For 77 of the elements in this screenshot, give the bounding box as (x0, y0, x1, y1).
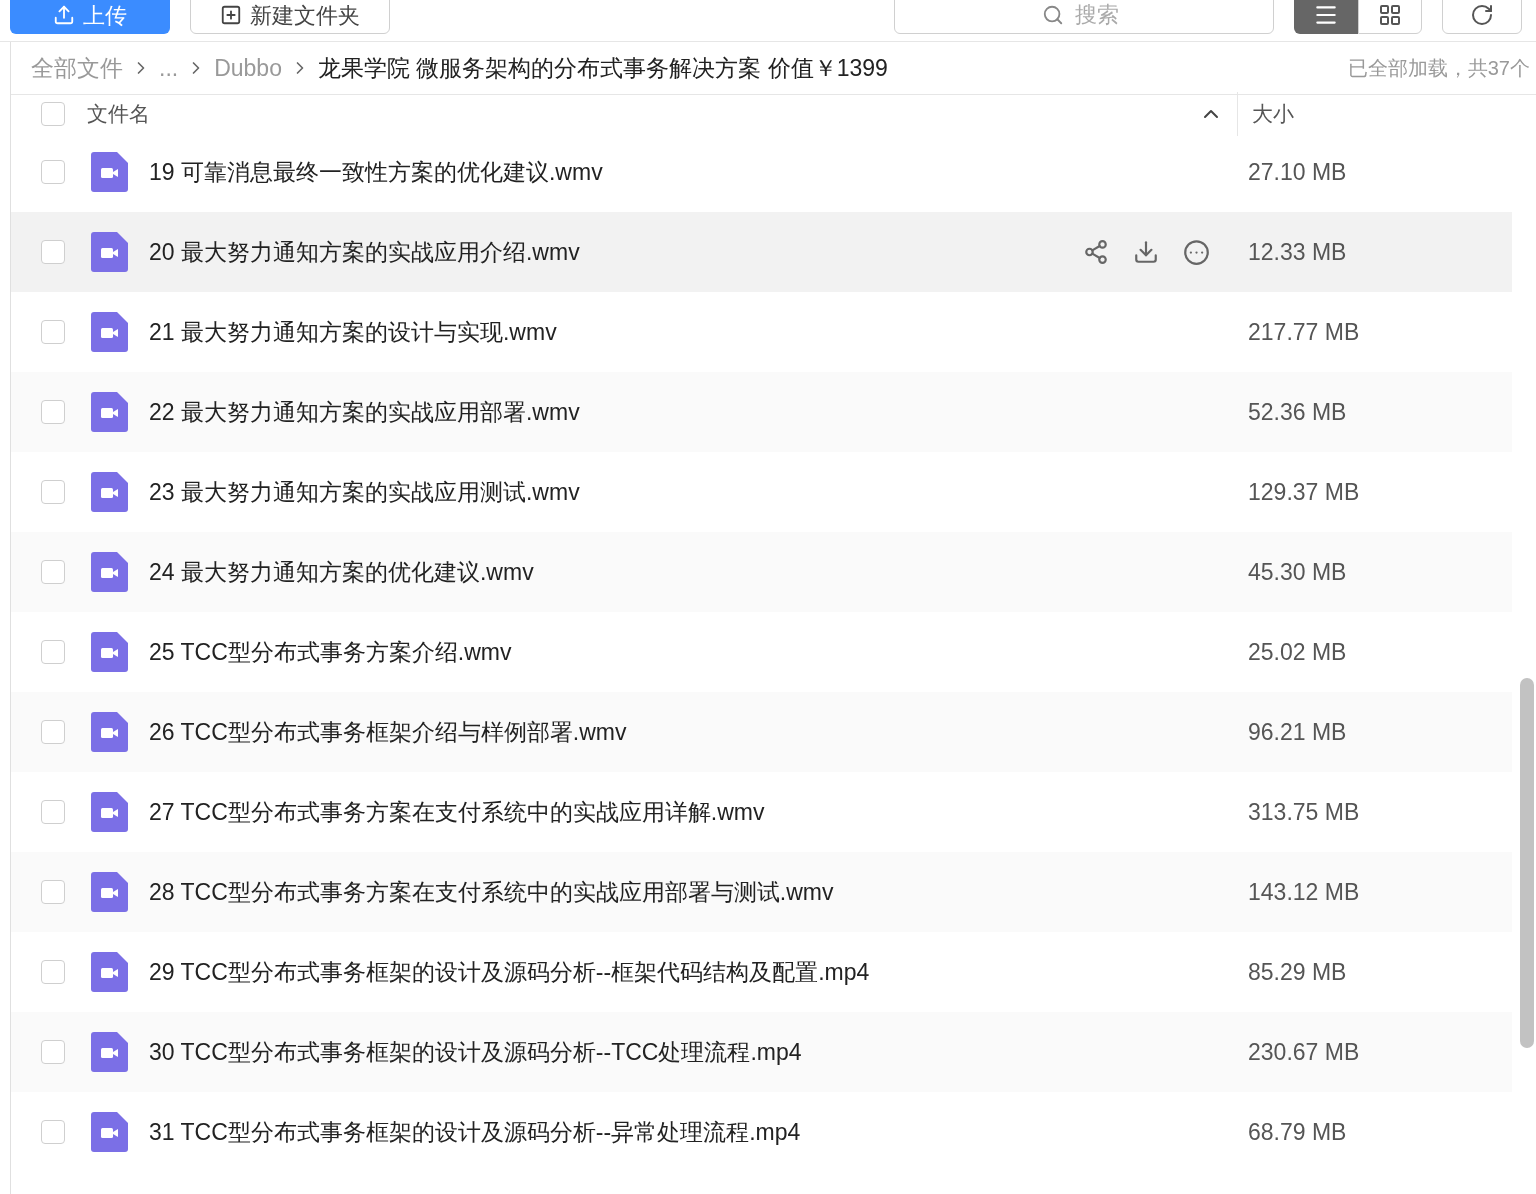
file-name[interactable]: 25 TCC型分布式事务方案介绍.wmv (149, 634, 512, 670)
video-file-icon (91, 232, 128, 272)
video-file-icon (91, 392, 128, 432)
file-name[interactable]: 19 可靠消息最终一致性方案的优化建议.wmv (149, 154, 603, 190)
video-file-icon (91, 472, 128, 512)
checkbox[interactable] (41, 960, 65, 984)
file-name[interactable]: 31 TCC型分布式事务框架的设计及源码分析--异常处理流程.mp4 (149, 1114, 801, 1150)
video-file-icon (91, 312, 128, 352)
breadcrumb-item: 龙果学院 微服务架构的分布式事务解决方案 价值￥1399 (317, 53, 888, 83)
file-size: 68.79 MB (1247, 1117, 1348, 1147)
file-row[interactable]: 22 最大努力通知方案的实战应用部署.wmv 52.36 MB (11, 372, 1512, 452)
file-row[interactable]: 26 TCC型分布式事务框架介绍与样例部署.wmv 96.21 MB (11, 692, 1512, 772)
file-size: 85.29 MB (1247, 957, 1348, 987)
refresh-button[interactable] (1442, 0, 1522, 34)
file-name[interactable]: 27 TCC型分布式事务方案在支付系统中的实战应用详解.wmv (149, 794, 765, 830)
column-header[interactable]: 文件名 (87, 97, 150, 130)
checkbox[interactable] (41, 560, 65, 584)
file-name[interactable]: 26 TCC型分布式事务框架介绍与样例部署.wmv (149, 714, 627, 750)
checkbox[interactable] (41, 480, 65, 504)
search-field[interactable]: 搜索 (894, 0, 1274, 34)
checkbox[interactable] (41, 320, 65, 344)
file-name[interactable]: 20 最大努力通知方案的实战应用介绍.wmv (149, 234, 580, 270)
column-header[interactable]: 大小 (1252, 97, 1512, 130)
scrollbar-thumb[interactable] (1520, 678, 1534, 1048)
file-row[interactable]: 30 TCC型分布式事务框架的设计及源码分析--TCC处理流程.mp4 230.67 MB (11, 1012, 1512, 1092)
more-options-icon[interactable] (1183, 238, 1210, 266)
file-name[interactable]: 29 TCC型分布式事务框架的设计及源码分析--框架代码结构及配置.mp4 (149, 954, 870, 990)
video-file-icon (91, 792, 128, 832)
file-row[interactable]: 28 TCC型分布式事务方案在支付系统中的实战应用部署与测试.wmv 143.12 MB (11, 852, 1512, 932)
file-size: 217.77 MB (1247, 317, 1361, 347)
share-icon[interactable] (1083, 239, 1109, 265)
file-size: 25.02 MB (1247, 637, 1348, 667)
checkbox[interactable] (41, 1040, 65, 1064)
file-size: 52.36 MB (1247, 397, 1348, 427)
checkbox[interactable] (41, 880, 65, 904)
view-toggle-button[interactable] (1294, 0, 1358, 34)
file-name[interactable]: 28 TCC型分布式事务方案在支付系统中的实战应用部署与测试.wmv (149, 874, 834, 910)
search-icon (1042, 4, 1064, 26)
file-size: 143.12 MB (1247, 877, 1361, 907)
checkbox[interactable] (41, 240, 65, 264)
video-file-icon (91, 1032, 128, 1072)
upload-icon (53, 4, 75, 26)
file-size: 12.33 MB (1247, 237, 1348, 267)
new-folder-button[interactable]: 新建文件夹 (190, 0, 390, 34)
file-size: 230.67 MB (1247, 1037, 1361, 1067)
view-toggle-button[interactable] (1358, 0, 1422, 34)
checkbox[interactable] (41, 160, 65, 184)
file-name[interactable]: 24 最大努力通知方案的优化建议.wmv (149, 554, 534, 590)
file-name[interactable]: 21 最大努力通知方案的设计与实现.wmv (149, 314, 557, 350)
checkbox[interactable] (41, 101, 65, 126)
checkbox[interactable] (41, 720, 65, 744)
video-file-icon (91, 712, 128, 752)
video-file-icon (91, 952, 128, 992)
file-size: 27.10 MB (1247, 157, 1348, 187)
file-row[interactable]: 20 最大努力通知方案的实战应用介绍.wmv 12.33 MB (11, 212, 1512, 292)
video-file-icon (91, 1112, 128, 1152)
video-file-icon (91, 632, 128, 672)
checkbox[interactable] (41, 800, 65, 824)
video-file-icon (91, 872, 128, 912)
file-name[interactable]: 30 TCC型分布式事务框架的设计及源码分析--TCC处理流程.mp4 (149, 1034, 802, 1070)
file-size: 129.37 MB (1247, 477, 1361, 507)
checkbox[interactable] (41, 400, 65, 424)
video-file-icon (91, 152, 128, 192)
file-name[interactable]: 23 最大努力通知方案的实战应用测试.wmv (149, 474, 580, 510)
file-size: 96.21 MB (1247, 717, 1348, 747)
refresh-icon (1470, 3, 1494, 27)
file-row[interactable]: 24 最大努力通知方案的优化建议.wmv 45.30 MB (11, 532, 1512, 612)
file-size: 313.75 MB (1247, 797, 1361, 827)
checkbox[interactable] (41, 640, 65, 664)
video-file-icon (91, 552, 128, 592)
grid-icon (1378, 3, 1402, 27)
load-status: 已全部加载，共37个 (1347, 56, 1530, 81)
file-size: 45.30 MB (1247, 557, 1348, 587)
folder-plus-icon (220, 4, 242, 26)
download-icon[interactable] (1133, 239, 1159, 265)
file-name[interactable]: 22 最大努力通知方案的实战应用部署.wmv (149, 394, 580, 430)
checkbox[interactable] (41, 1120, 65, 1144)
